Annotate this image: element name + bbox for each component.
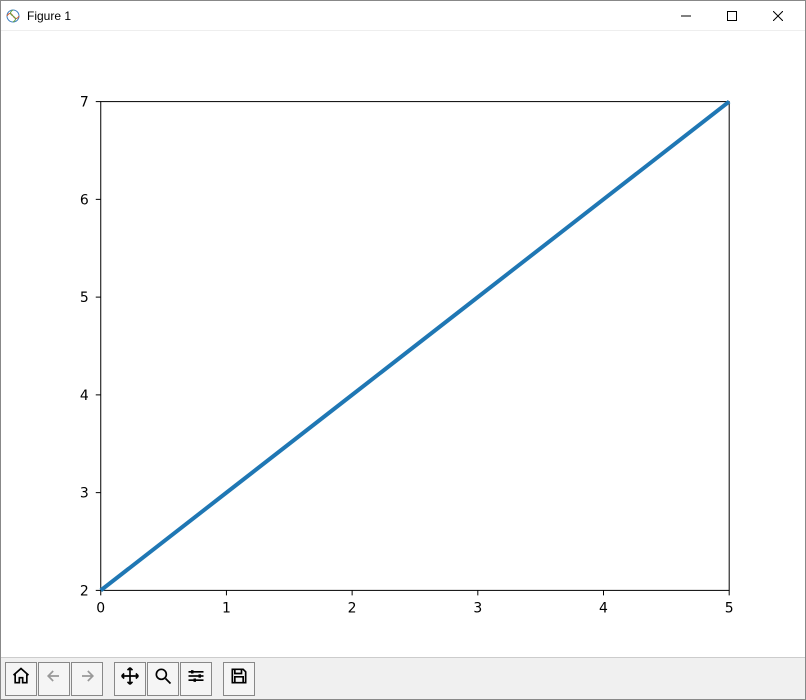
maximize-button[interactable] [709,1,755,31]
arrow-right-icon [77,666,97,691]
y-tick-label: 2 [80,583,89,599]
nav-toolbar [1,657,805,699]
x-tick-label: 3 [473,600,482,616]
y-tick-label: 3 [80,486,89,502]
zoom-icon [153,666,173,691]
figure-canvas[interactable]: 0 1 2 3 4 5 2 3 4 5 6 7 [1,31,805,657]
x-tick-label: 5 [725,600,734,616]
save-button[interactable] [223,662,255,696]
title-bar: Figure 1 [1,1,805,31]
back-button[interactable] [38,662,70,696]
zoom-button[interactable] [147,662,179,696]
home-icon [11,666,31,691]
minimize-button[interactable] [663,1,709,31]
x-tick-label: 1 [222,600,231,616]
x-tick-label: 4 [599,600,608,616]
save-icon [229,666,249,691]
configure-button[interactable] [180,662,212,696]
plot-svg: 0 1 2 3 4 5 2 3 4 5 6 7 [1,31,805,657]
x-tick-label: 0 [96,600,105,616]
data-line [101,102,729,591]
close-button[interactable] [755,1,801,31]
y-tick-label: 5 [80,290,89,306]
arrow-left-icon [44,666,64,691]
y-tick-label: 7 [80,95,89,111]
x-tick-label: 2 [348,600,357,616]
pan-button[interactable] [114,662,146,696]
move-icon [120,666,140,691]
sliders-icon [186,666,206,691]
app-icon [5,8,21,24]
home-button[interactable] [5,662,37,696]
y-tick-label: 4 [80,388,89,404]
window-title: Figure 1 [27,9,71,23]
y-tick-label: 6 [80,192,89,208]
forward-button[interactable] [71,662,103,696]
